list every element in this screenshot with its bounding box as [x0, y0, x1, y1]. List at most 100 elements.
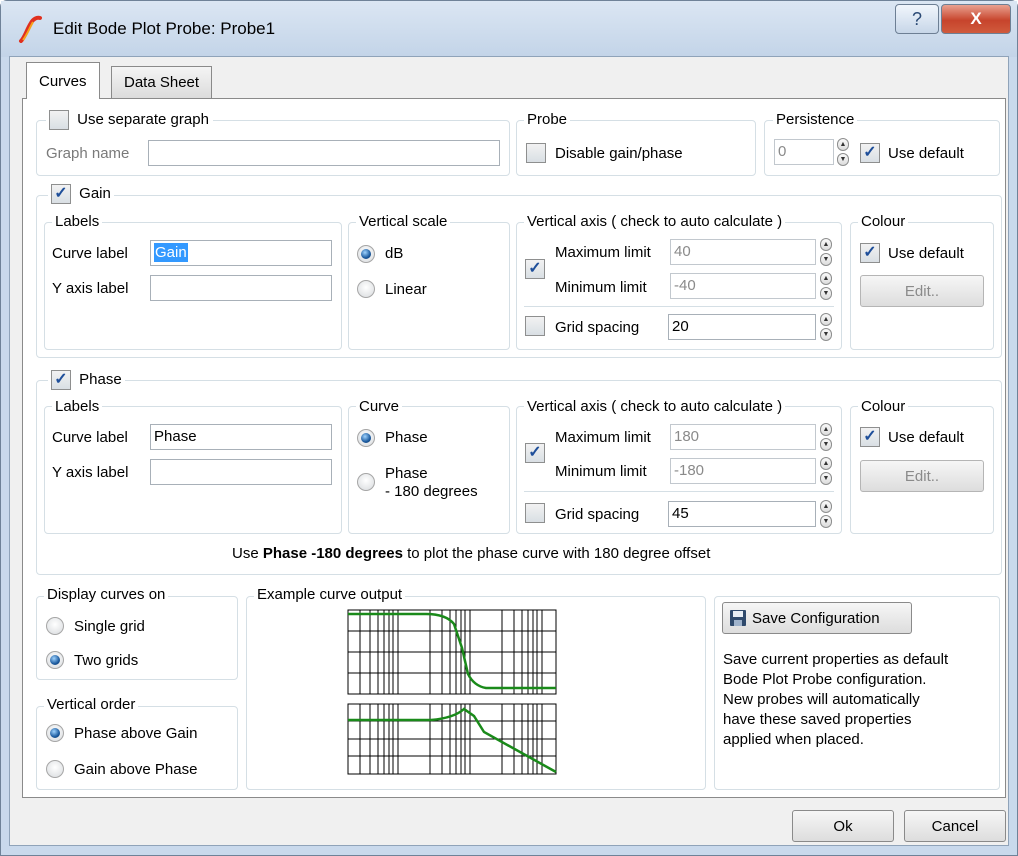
simetrix-logo-icon	[19, 15, 42, 43]
spin-up-icon[interactable]: ▲	[820, 457, 832, 470]
spin-down-icon[interactable]: ▼	[820, 515, 832, 528]
phase-colour-edit-button[interactable]: Edit..	[860, 460, 984, 492]
gain-max-limit-input[interactable]: 40	[670, 239, 816, 265]
disable-gain-phase-checkbox[interactable]	[526, 143, 546, 163]
phase-colour-default-checkbox[interactable]: ✓	[860, 427, 880, 447]
phase-min-limit-input[interactable]: -180	[670, 458, 816, 484]
gain-auto-calc-checkbox[interactable]: ✓	[525, 259, 545, 279]
tab-curves-label: Curves	[39, 72, 87, 90]
phase-y-axis-label-input[interactable]	[150, 459, 332, 485]
vertical-scale-linear-radio[interactable]	[357, 280, 375, 298]
help-button[interactable]: ?	[895, 4, 939, 34]
phase-max-limit-input[interactable]: 180	[670, 424, 816, 450]
title-bar[interactable]: Edit Bode Plot Probe: Probe1 ? X	[1, 1, 1017, 57]
persistence-legend: Persistence	[773, 111, 858, 128]
phase-curve-180-label-line1: Phase	[385, 465, 428, 482]
gain-curve	[348, 612, 556, 690]
phase-labels-legend: Labels	[52, 398, 103, 415]
phase-auto-calc-checkbox[interactable]: ✓	[525, 443, 545, 463]
tab-data-sheet[interactable]: Data Sheet	[111, 66, 213, 98]
hint-bold: Phase -180 degrees	[262, 545, 403, 562]
order-gain-above-phase-label: Gain above Phase	[74, 761, 198, 778]
phase-grid-spacing-input[interactable]: 45	[668, 501, 816, 527]
phase-colour-default-label: Use default	[888, 429, 964, 446]
display-single-grid-radio[interactable]	[46, 617, 64, 635]
gain-curve-label-input[interactable]: Gain	[150, 240, 332, 266]
save-configuration-button[interactable]: Save Configuration	[722, 602, 912, 634]
spin-down-icon[interactable]: ▼	[820, 287, 832, 300]
divider	[524, 306, 834, 307]
disable-gain-phase-label: Disable gain/phase	[555, 145, 683, 162]
gain-grid-spacing-input[interactable]: 20	[668, 314, 816, 340]
vertical-scale-db-radio[interactable]	[357, 245, 375, 263]
vertical-scale-linear-label: Linear	[385, 281, 427, 298]
save-description-line: have these saved properties	[723, 711, 912, 728]
order-phase-above-gain-radio[interactable]	[46, 724, 64, 742]
vertical-scale-db-label: dB	[385, 245, 404, 262]
cancel-button[interactable]: Cancel	[904, 810, 1006, 842]
tab-curves[interactable]: Curves	[26, 62, 100, 99]
gain-curve-label-value: Gain	[154, 243, 188, 262]
phase-checkbox[interactable]: ✓	[51, 370, 71, 390]
phase-min-spinner[interactable]: ▲ ▼	[820, 457, 832, 485]
close-icon: X	[970, 9, 982, 28]
display-two-grids-label: Two grids	[74, 652, 139, 669]
separate-graph-checkbox[interactable]	[49, 110, 69, 130]
persistence-use-default-checkbox[interactable]: ✓	[860, 143, 880, 163]
example-curve-graphic	[347, 609, 557, 775]
phase-max-limit-label: Maximum limit	[555, 429, 651, 446]
floppy-disk-icon	[730, 610, 746, 626]
persistence-use-default-label: Use default	[888, 145, 964, 162]
save-description-line: Bode Plot Probe configuration.	[723, 671, 927, 688]
gain-min-limit-input[interactable]: -40	[670, 273, 816, 299]
spin-up-icon[interactable]: ▲	[837, 138, 849, 151]
phase-grid-spinner[interactable]: ▲ ▼	[820, 500, 832, 528]
phase-curve-label-input[interactable]: Phase	[150, 424, 332, 450]
spin-up-icon[interactable]: ▲	[820, 423, 832, 436]
gain-grid-spinner[interactable]: ▲ ▼	[820, 313, 832, 341]
display-two-grids-radio[interactable]	[46, 651, 64, 669]
gain-y-axis-label-input[interactable]	[150, 275, 332, 301]
vertical-order-legend: Vertical order	[44, 696, 139, 713]
persistence-spinner[interactable]: ▲ ▼	[837, 138, 849, 166]
phase-curve-label-label: Curve label	[52, 429, 128, 446]
spin-up-icon[interactable]: ▲	[820, 500, 832, 513]
gain-vertical-axis-legend: Vertical axis ( check to auto calculate …	[524, 213, 786, 230]
vertical-scale-legend: Vertical scale	[356, 213, 451, 230]
example-curve-legend: Example curve output	[254, 586, 406, 603]
gain-grid-spacing-checkbox[interactable]	[525, 316, 545, 336]
help-icon: ?	[911, 8, 922, 29]
phase-curve-phase-label: Phase	[385, 429, 428, 446]
phase-offset-hint: Use Phase -180 degrees to plot the phase…	[232, 545, 710, 562]
order-gain-above-phase-radio[interactable]	[46, 760, 64, 778]
spin-up-icon[interactable]: ▲	[820, 272, 832, 285]
spin-down-icon[interactable]: ▼	[820, 253, 832, 266]
phase-vertical-axis-legend: Vertical axis ( check to auto calculate …	[524, 398, 786, 415]
tab-data-sheet-label: Data Sheet	[124, 74, 200, 91]
phase-max-spinner[interactable]: ▲ ▼	[820, 423, 832, 451]
phase-curve-phase-radio[interactable]	[357, 429, 375, 447]
spin-down-icon[interactable]: ▼	[837, 153, 849, 166]
gain-min-spinner[interactable]: ▲ ▼	[820, 272, 832, 300]
ok-button[interactable]: Ok	[792, 810, 894, 842]
save-description-line: New probes will automatically	[723, 691, 920, 708]
gain-colour-default-checkbox[interactable]: ✓	[860, 243, 880, 263]
spin-up-icon[interactable]: ▲	[820, 313, 832, 326]
gain-label: Gain	[79, 184, 111, 202]
spin-down-icon[interactable]: ▼	[820, 472, 832, 485]
gain-max-spinner[interactable]: ▲ ▼	[820, 238, 832, 266]
persistence-input[interactable]: 0	[774, 139, 834, 165]
spin-up-icon[interactable]: ▲	[820, 238, 832, 251]
gain-colour-legend: Colour	[858, 213, 909, 230]
spin-down-icon[interactable]: ▼	[820, 438, 832, 451]
phase-grid-spacing-checkbox[interactable]	[525, 503, 545, 523]
gain-colour-edit-button[interactable]: Edit..	[860, 275, 984, 307]
spin-down-icon[interactable]: ▼	[820, 328, 832, 341]
phase-curve-180-radio[interactable]	[357, 473, 375, 491]
close-button[interactable]: X	[941, 4, 1011, 34]
gain-labels-legend: Labels	[52, 213, 103, 230]
graph-name-input[interactable]	[148, 140, 500, 166]
phase-colour-legend: Colour	[858, 398, 909, 415]
phase-curve-180-label-line2: - 180 degrees	[385, 483, 478, 500]
gain-checkbox[interactable]: ✓	[51, 184, 71, 204]
